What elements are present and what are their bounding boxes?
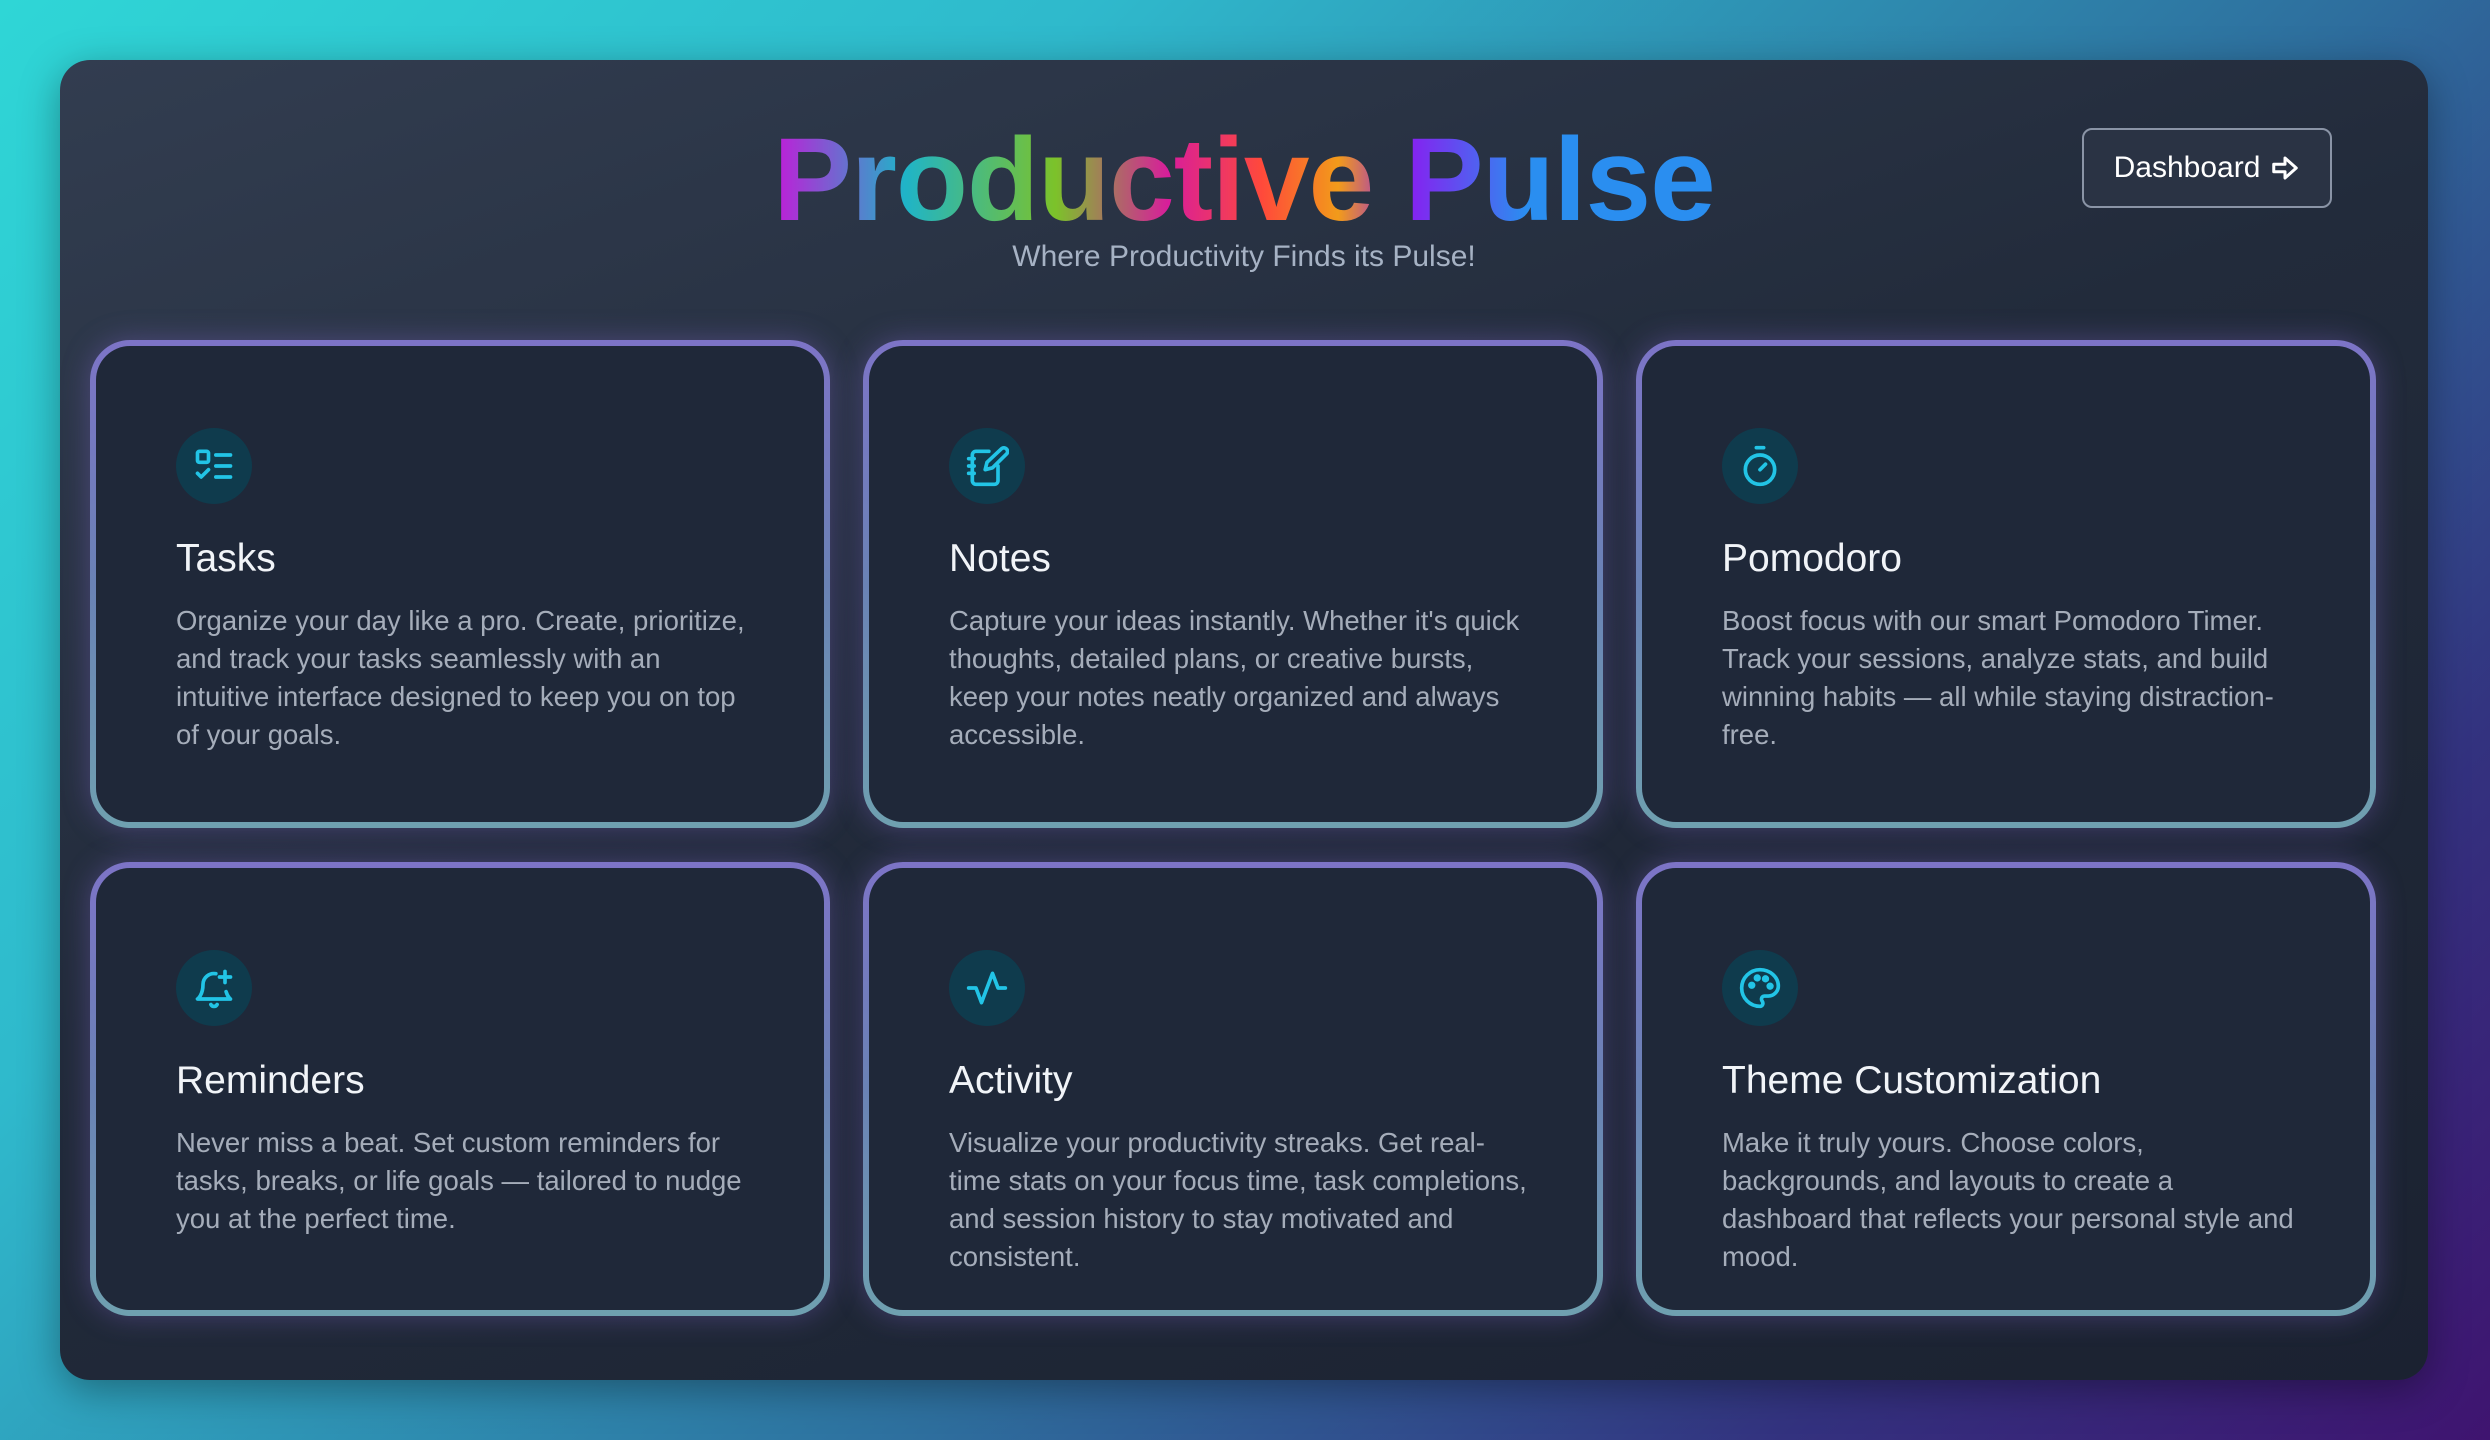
feature-card-reminders[interactable]: Reminders Never miss a beat. Set custom …: [90, 862, 830, 1316]
main-panel: Productive Pulse Where Productivity Find…: [60, 60, 2428, 1380]
card-title: Reminders: [176, 1059, 365, 1102]
feature-card-tasks[interactable]: Tasks Organize your day like a pro. Crea…: [90, 340, 830, 828]
activity-icon-badge: [949, 950, 1025, 1026]
dashboard-button-label: Dashboard: [2113, 151, 2261, 184]
page-title: Productive Pulse: [773, 114, 1715, 246]
card-description: Never miss a beat. Set custom reminders …: [176, 1127, 742, 1234]
card-title: Notes: [949, 537, 1051, 580]
card-title: Theme Customization: [1722, 1059, 2102, 1102]
feature-card-theme[interactable]: Theme Customization Make it truly yours.…: [1636, 862, 2376, 1316]
card-title: Pomodoro: [1722, 537, 1902, 580]
activity-pulse-icon: [966, 971, 1008, 1005]
pomodoro-icon-badge: [1722, 428, 1798, 504]
feature-card-pomodoro[interactable]: Pomodoro Boost focus with our smart Pomo…: [1636, 340, 2376, 828]
feature-grid: Tasks Organize your day like a pro. Crea…: [90, 340, 2396, 1316]
theme-icon-badge: [1722, 950, 1798, 1026]
feature-card-notes[interactable]: Notes Capture your ideas instantly. Whet…: [863, 340, 1603, 828]
tasks-icon-badge: [176, 428, 252, 504]
notes-icon-badge: [949, 428, 1025, 504]
arrow-right-icon: [2272, 156, 2299, 180]
notebook-pen-icon: [966, 446, 1009, 487]
card-description: Boost focus with our smart Pomodoro Time…: [1722, 605, 2274, 750]
page-subtitle: Where Productivity Finds its Pulse!: [1012, 240, 1476, 273]
bell-plus-icon: [195, 969, 233, 1009]
list-check-icon: [195, 449, 233, 479]
palette-icon: [1739, 967, 1781, 1009]
timer-icon: [1743, 445, 1777, 487]
card-title: Tasks: [176, 537, 276, 580]
dashboard-button[interactable]: Dashboard: [2082, 128, 2332, 208]
card-description: Make it truly yours. Choose colors, back…: [1722, 1127, 2294, 1272]
feature-card-activity[interactable]: Activity Visualize your productivity str…: [863, 862, 1603, 1316]
card-description: Organize your day like a pro. Create, pr…: [176, 605, 745, 750]
reminders-icon-badge: [176, 950, 252, 1026]
card-description: Capture your ideas instantly. Whether it…: [949, 605, 1520, 750]
header: Productive Pulse Where Productivity Find…: [60, 60, 2428, 320]
card-title: Activity: [949, 1059, 1073, 1102]
card-description: Visualize your productivity streaks. Get…: [949, 1127, 1527, 1272]
